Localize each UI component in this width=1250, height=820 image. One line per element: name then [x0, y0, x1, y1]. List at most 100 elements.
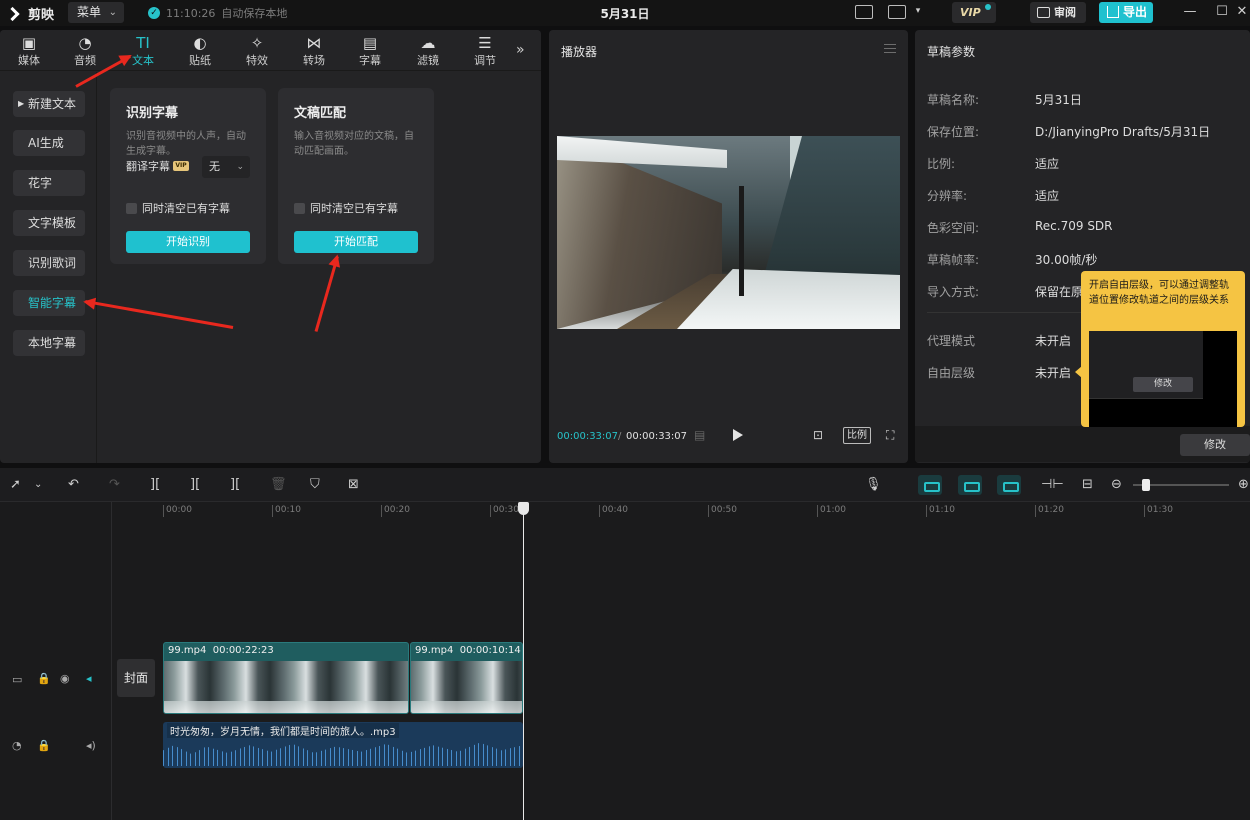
sidebar-item-label: 花字	[28, 176, 53, 190]
fullscreen-icon[interactable]: ⛶	[886, 428, 894, 443]
delete-icon[interactable]: 🗑	[270, 477, 287, 493]
media-icon: ▣	[21, 34, 37, 52]
export-button[interactable]: 导出	[1099, 2, 1153, 23]
start-match-button[interactable]: 开始匹配	[294, 231, 418, 253]
effects-icon: ✧	[250, 34, 264, 52]
tab-sticker[interactable]: ◐ 贴纸	[178, 34, 222, 68]
caret-right-icon: ▶	[18, 99, 25, 108]
checkbox[interactable]	[126, 202, 137, 214]
translate-language-select[interactable]: 无 ⌄	[202, 156, 250, 178]
auto-snap-icon[interactable]	[958, 475, 982, 495]
clear-existing-checkbox-row[interactable]: 同时清空已有字幕	[126, 200, 230, 216]
sidebar-item-local-subtitle[interactable]: 本地字幕	[13, 330, 85, 356]
zoom-slider-handle[interactable]	[1142, 479, 1150, 491]
tab-adjust[interactable]: ☰ 调节	[463, 34, 507, 68]
tab-effects[interactable]: ✧ 特效	[235, 34, 279, 68]
layout-chevron-icon[interactable]: ▾	[909, 6, 927, 16]
total-time: 00:00:33:07	[626, 431, 688, 442]
play-icon[interactable]	[733, 429, 743, 441]
autosave-text: 自动保存本地	[221, 7, 288, 20]
clip-name: 99.mp4	[415, 645, 454, 656]
undo-icon[interactable]: ↶	[68, 477, 79, 493]
close-icon[interactable]: ✕	[1233, 4, 1250, 19]
title-bar: 剪映 菜单 ⌄ ✓ 11:10:26 自动保存本地 5月31日 ▾ VIP 审阅…	[0, 0, 1250, 26]
zoom-in-icon[interactable]: ⊕	[1238, 477, 1249, 493]
start-recognize-button[interactable]: 开始识别	[126, 231, 250, 253]
chevron-down-icon[interactable]: ⌄	[34, 477, 42, 493]
clip-duration: 00:00:10:14	[459, 645, 521, 656]
sidebar-item-new-text[interactable]: ▶ 新建文本	[13, 91, 85, 117]
player-panel: 播放器 00:00:33:07 / 00:00:33:07 ▤ ⊡ 比例 ⛶	[549, 30, 908, 463]
sidebar-item-ai-generate[interactable]: AI生成	[13, 130, 85, 156]
video-preview[interactable]	[557, 136, 900, 329]
timeline-toolbar: ➚ ⌄ ↶ ↷ ][ ][ ][ 🗑 ⛉ ⊠ 🎙 ⊣⊢ ⊟ ⊖ ⊕	[0, 468, 1250, 502]
sidebar-item-smart-subtitle[interactable]: 智能字幕	[13, 290, 85, 316]
sidebar-item-fancy-text[interactable]: 花字	[13, 170, 85, 196]
cover-button[interactable]: 封面	[117, 659, 155, 697]
time-ruler[interactable]: 00:00 00:10 00:20 00:30 00:40 00:50 01:0…	[112, 502, 1250, 520]
sidebar-item-text-template[interactable]: 文字模板	[13, 210, 85, 236]
sidebar-item-lyrics[interactable]: 识别歌词	[13, 250, 85, 276]
maximize-icon[interactable]: ☐	[1213, 4, 1231, 19]
tab-audio[interactable]: ◔ 音频	[63, 34, 107, 68]
linkage-icon[interactable]	[997, 475, 1021, 495]
main-track-magnet-icon[interactable]	[918, 475, 942, 495]
tooltip-text: 开启自由层级，可以通过调整轨道位置修改轨道之间的层级关系	[1089, 280, 1229, 306]
playhead[interactable]	[523, 503, 524, 820]
video-clip[interactable]: 99.mp4 00:00:10:14	[410, 642, 523, 714]
playhead-handle[interactable]	[518, 502, 529, 515]
crop-icon[interactable]: ⊠	[348, 477, 359, 493]
video-clip[interactable]: 99.mp4 00:00:22:23	[163, 642, 409, 714]
tab-subtitle[interactable]: ▤ 字幕	[348, 34, 392, 68]
tab-filter[interactable]: ☁ 滤镜	[406, 34, 450, 68]
tab-transition[interactable]: ⋈ 转场	[292, 34, 336, 68]
select-cursor-icon[interactable]: ➚	[10, 477, 21, 493]
tick-label: 00:10	[272, 505, 301, 517]
param-value: 未开启	[1035, 334, 1072, 348]
split-icon[interactable]: ][	[150, 477, 160, 493]
preview-axis-icon[interactable]: ⊣⊢	[1041, 477, 1064, 493]
split-left-icon[interactable]: ][	[190, 477, 200, 493]
audio-clip-name: 时光匆匆，岁月无情，我们都是时间的旅人。.mp3	[167, 723, 399, 738]
clip-duration: 00:00:22:23	[212, 645, 274, 656]
menu-button[interactable]: 菜单 ⌄	[68, 2, 124, 23]
lock-icon[interactable]: 🔒	[37, 672, 51, 685]
tab-label: 音频	[74, 54, 96, 67]
tick-label: 00:50	[708, 505, 737, 517]
tick-label: 00:30	[490, 505, 519, 517]
zoom-out-icon[interactable]: ⊖	[1111, 477, 1122, 493]
marker-icon[interactable]: ⛉	[310, 477, 320, 493]
fit-timeline-icon[interactable]: ⊟	[1082, 477, 1093, 493]
checkbox[interactable]	[294, 202, 305, 214]
layout-icon[interactable]	[888, 5, 906, 19]
free-layer-tooltip: 开启自由层级，可以通过调整轨道位置修改轨道之间的层级关系 修改	[1081, 271, 1245, 427]
tab-media[interactable]: ▣ 媒体	[7, 34, 51, 68]
sidebar-item-label: 新建文本	[28, 97, 77, 111]
card-description: 识别音视频中的人声，自动生成字幕。	[126, 131, 246, 157]
param-label: 草稿帧率:	[927, 253, 980, 267]
zoom-fit-icon[interactable]: ⊡	[813, 428, 823, 442]
microphone-icon[interactable]: 🎙	[865, 477, 882, 493]
minimize-icon[interactable]: —	[1181, 4, 1199, 19]
modify-button[interactable]: 修改	[1180, 434, 1250, 456]
timeline-grid-icon[interactable]: ▤	[694, 428, 705, 442]
tick-label: 00:20	[381, 505, 410, 517]
volume-icon[interactable]: ◂)	[86, 739, 96, 752]
audio-clip[interactable]: 时光匆匆，岁月无情，我们都是时间的旅人。.mp3	[163, 722, 523, 768]
ratio-button[interactable]: 比例	[843, 427, 871, 444]
menu-icon[interactable]	[884, 44, 896, 53]
param-value: 5月31日	[1035, 93, 1082, 107]
redo-icon[interactable]: ↷	[109, 477, 120, 493]
eye-icon[interactable]: ◉	[60, 672, 70, 685]
text-panel: ▣ 媒体 ◔ 音频 TI 文本 ◐ 贴纸 ✧ 特效 ⋈ 转场 ▤ 字幕 ☁ 滤镜 ☰ 调节 » ▶…	[0, 30, 541, 463]
more-tabs-icon[interactable]: »	[516, 42, 525, 58]
keyboard-icon[interactable]	[855, 5, 873, 19]
check-icon: ✓	[148, 7, 160, 19]
mute-icon[interactable]: ◂	[86, 672, 92, 685]
split-right-icon[interactable]: ][	[230, 477, 240, 493]
review-button[interactable]: 审阅	[1030, 2, 1086, 23]
param-value: Rec.709 SDR	[1035, 219, 1113, 233]
clear-existing-checkbox-row[interactable]: 同时清空已有字幕	[294, 200, 398, 216]
lock-icon[interactable]: 🔒	[37, 739, 51, 752]
vip-badge[interactable]: VIP	[952, 2, 996, 23]
